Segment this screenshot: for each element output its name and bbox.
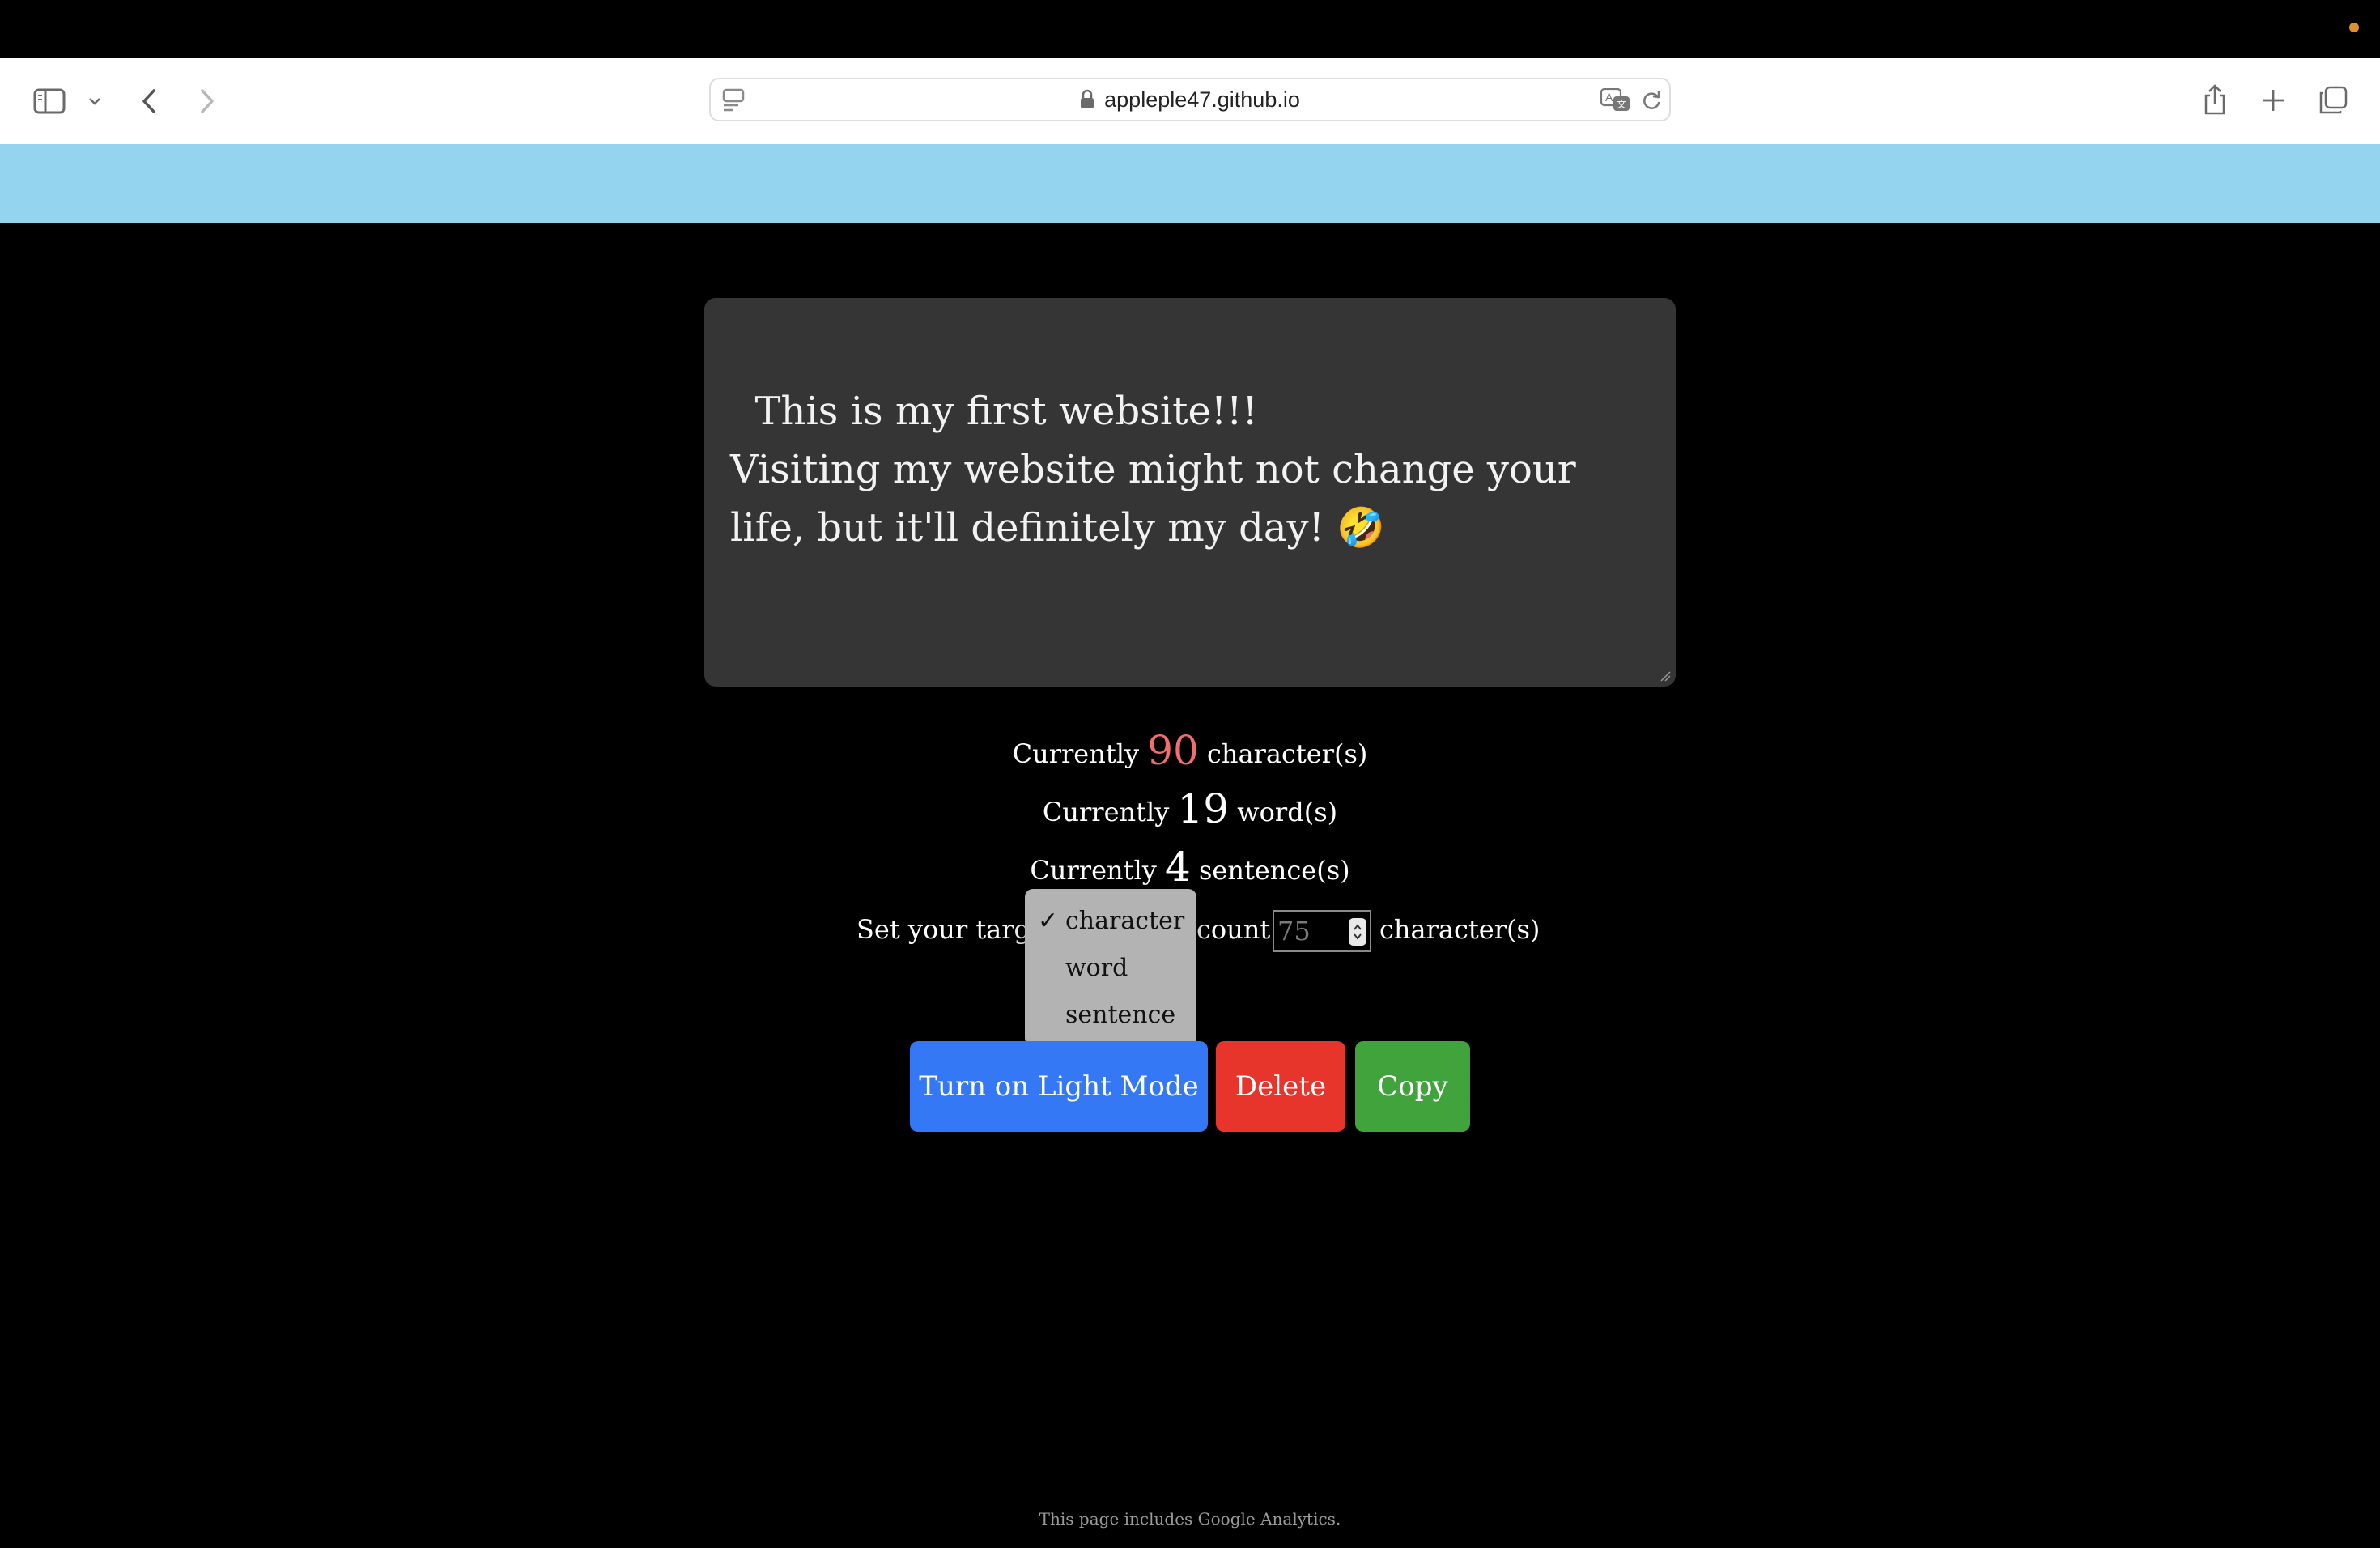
chevron-down-icon[interactable] [84,91,105,112]
reload-icon[interactable] [1638,87,1664,113]
word-count-line: Currently 19 word(s) [0,785,2380,832]
address-bar[interactable]: appleple47.github.io A文 [709,78,1671,121]
target-unit: character(s) [1379,914,1541,945]
character-count-prefix: Currently [1012,738,1140,769]
url-display: appleple47.github.io [711,79,1669,120]
select-option-character[interactable]: ✓ character [1025,899,1196,942]
sentence-count-prefix: Currently [1030,855,1157,886]
unit-select-dropdown[interactable]: ✓ character word sentence [1025,889,1196,1046]
select-option-word[interactable]: word [1025,946,1196,989]
text-editor[interactable]: This is my first website!!! Visiting my … [704,298,1676,687]
tab-overview-icon[interactable] [2315,83,2351,118]
target-label-left: Set your targe [856,914,1046,945]
character-count-line: Currently 90 character(s) [0,727,2380,774]
select-option-sentence[interactable]: sentence [1025,993,1196,1036]
select-option-label: character [1065,906,1185,935]
svg-text:A: A [1605,91,1613,104]
sentence-count-unit: sentence(s) [1198,855,1350,886]
sentence-count-value: 4 [1164,844,1191,891]
delete-button[interactable]: Delete [1216,1041,1345,1132]
target-row: Set your targe [856,907,1046,952]
copy-button[interactable]: Copy [1355,1041,1470,1132]
character-count-value: 90 [1147,727,1199,774]
editor-text: This is my first website!!! Visiting my … [730,389,1576,551]
light-mode-button[interactable]: Turn on Light Mode [910,1041,1208,1132]
target-row-right: count: [1196,907,1279,952]
sidebar-icon[interactable] [31,83,68,120]
word-count-value: 19 [1177,785,1230,832]
menu-bar-area [0,0,2380,58]
select-option-label: sentence [1065,1000,1176,1029]
sentence-count-line: Currently 4 sentence(s) [0,844,2380,891]
target-count-input[interactable]: 75 [1273,910,1371,952]
forward-icon[interactable] [191,83,223,120]
share-icon[interactable] [2197,79,2233,120]
recording-indicator-icon [2349,23,2359,32]
word-count-unit: word(s) [1237,797,1338,827]
target-count-placeholder: 75 [1277,916,1311,946]
character-count-unit: character(s) [1206,738,1368,769]
stepper-icon[interactable] [1349,918,1366,946]
footer-note: This page includes Google Analytics. [1039,1509,1341,1529]
resize-grip-icon[interactable] [1660,670,1671,682]
translate-icon[interactable]: A文 [1600,86,1632,115]
target-unit-wrap: character(s) [1379,907,1540,952]
target-label-right: count: [1196,914,1280,945]
url-text: appleple47.github.io [1104,87,1300,112]
select-option-label: word [1065,953,1128,982]
word-count-prefix: Currently [1042,797,1170,827]
checkmark-icon: ✓ [1038,906,1059,935]
back-icon[interactable] [133,83,165,120]
browser-toolbar: appleple47.github.io A文 [0,58,2380,145]
new-tab-icon[interactable] [2255,83,2291,118]
svg-text:文: 文 [1617,98,1626,110]
header-banner [0,144,2380,223]
lock-icon [1080,89,1094,110]
